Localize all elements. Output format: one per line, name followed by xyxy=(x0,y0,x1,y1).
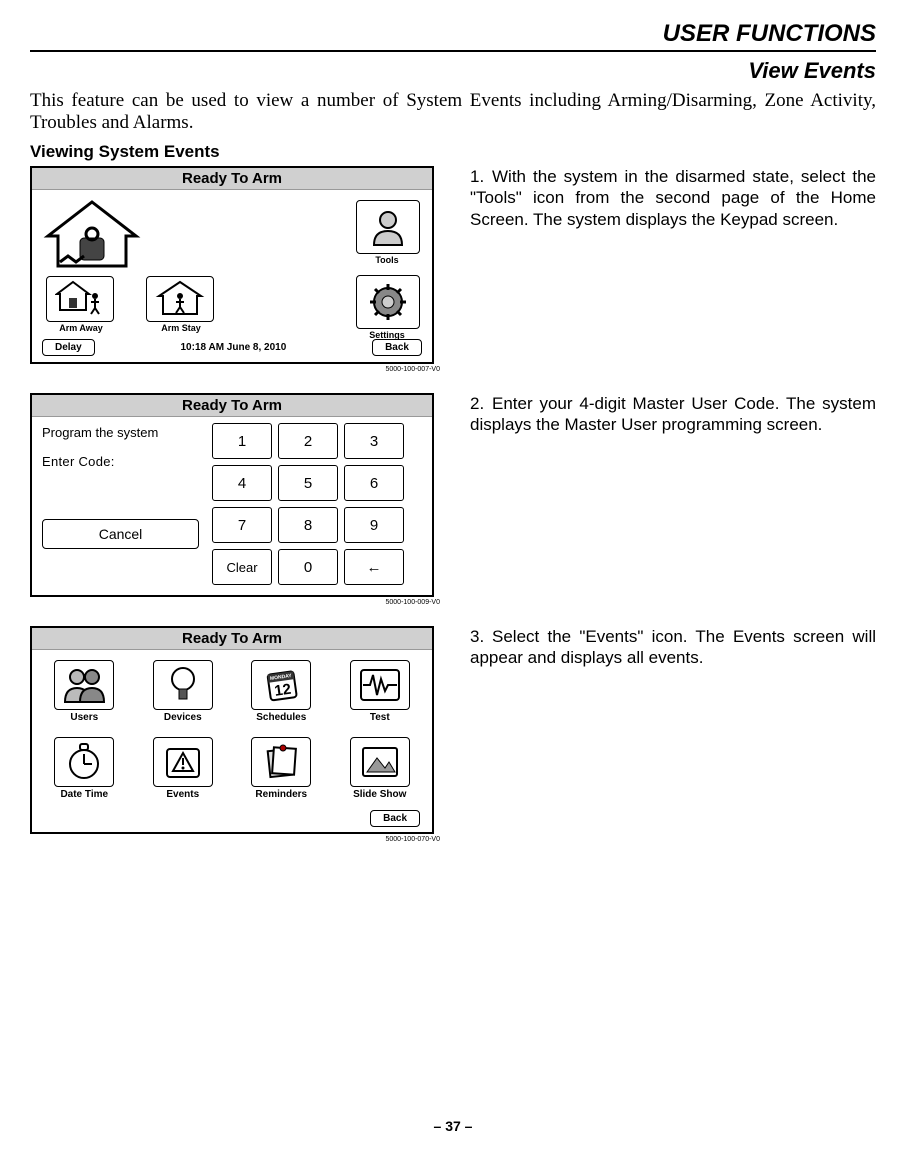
key-backspace[interactable]: ← xyxy=(344,549,404,585)
key-8[interactable]: 8 xyxy=(278,507,338,543)
warning-icon xyxy=(163,743,203,781)
enter-code-label: Enter Code: xyxy=(42,454,212,469)
key-0[interactable]: 0 xyxy=(278,549,338,585)
devices-label: Devices xyxy=(143,712,224,723)
key-2[interactable]: 2 xyxy=(278,423,338,459)
panel-title: Ready To Arm xyxy=(32,628,432,650)
delay-button[interactable]: Delay xyxy=(42,339,95,356)
datetime-label: Date Time xyxy=(44,789,125,800)
waveform-icon xyxy=(358,667,402,703)
devices-button[interactable] xyxy=(153,660,213,710)
test-label: Test xyxy=(340,712,421,723)
cancel-button[interactable]: Cancel xyxy=(42,519,199,549)
program-label: Program the system xyxy=(42,425,212,440)
house-away-icon xyxy=(55,280,105,318)
key-1[interactable]: 1 xyxy=(212,423,272,459)
schedules-label: Schedules xyxy=(241,712,322,723)
events-label: Events xyxy=(143,789,224,800)
keypad: 1 2 3 4 5 6 7 8 9 Clear 0 ← xyxy=(212,423,404,585)
home-panel: Ready To Arm xyxy=(30,166,434,364)
section-heading: Viewing System Events xyxy=(30,142,876,162)
reminders-label: Reminders xyxy=(241,789,322,800)
tools-panel: Ready To Arm Users xyxy=(30,626,434,834)
back-button[interactable]: Back xyxy=(370,810,420,827)
test-button[interactable] xyxy=(350,660,410,710)
panel-title: Ready To Arm xyxy=(32,168,432,190)
calendar-icon: MONDAY 12 xyxy=(261,665,301,705)
figure-id: 5000-100-070-V0 xyxy=(30,836,440,843)
page-subtitle: View Events xyxy=(30,58,876,84)
key-7[interactable]: 7 xyxy=(212,507,272,543)
arm-away-label: Arm Away xyxy=(46,323,116,333)
panel-title: Ready To Arm xyxy=(32,395,432,417)
figure-id: 5000-100-009-V0 xyxy=(30,599,440,606)
note-icon xyxy=(261,742,301,782)
users-icon xyxy=(62,666,106,704)
key-3[interactable]: 3 xyxy=(344,423,404,459)
house-stay-icon xyxy=(155,280,205,318)
page-number: – 37 – xyxy=(0,1118,906,1134)
page-header: USER FUNCTIONS xyxy=(30,20,876,52)
step-2-text: 2.Enter your 4-digit Master User Code. T… xyxy=(470,393,876,436)
schedules-button[interactable]: MONDAY 12 xyxy=(251,660,311,710)
image-icon xyxy=(359,744,401,780)
svg-text:12: 12 xyxy=(274,681,293,700)
arm-away-button[interactable] xyxy=(46,276,114,322)
settings-label: Settings xyxy=(356,330,418,340)
keypad-panel: Ready To Arm Program the system Enter Co… xyxy=(30,393,434,597)
tools-label: Tools xyxy=(356,255,418,265)
users-button[interactable] xyxy=(54,660,114,710)
figure-id: 5000-100-007-V0 xyxy=(30,366,440,373)
key-4[interactable]: 4 xyxy=(212,465,272,501)
back-button[interactable]: Back xyxy=(372,339,422,356)
house-status-icon xyxy=(42,198,142,270)
arm-stay-button[interactable] xyxy=(146,276,214,322)
step-1-text: 1.With the system in the disarmed state,… xyxy=(470,166,876,230)
intro-text: This feature can be used to view a numbe… xyxy=(30,90,876,134)
bulb-icon xyxy=(168,665,198,705)
datetime-label: 10:18 AM June 8, 2010 xyxy=(180,342,286,353)
key-5[interactable]: 5 xyxy=(278,465,338,501)
gear-icon xyxy=(367,281,409,323)
slideshow-label: Slide Show xyxy=(340,789,421,800)
tools-button[interactable] xyxy=(356,200,420,254)
key-6[interactable]: 6 xyxy=(344,465,404,501)
user-icon xyxy=(368,207,408,247)
slideshow-button[interactable] xyxy=(350,737,410,787)
datetime-button[interactable] xyxy=(54,737,114,787)
users-label: Users xyxy=(44,712,125,723)
events-button[interactable] xyxy=(153,737,213,787)
key-clear[interactable]: Clear xyxy=(212,549,272,585)
key-9[interactable]: 9 xyxy=(344,507,404,543)
clock-icon xyxy=(64,742,104,782)
reminders-button[interactable] xyxy=(251,737,311,787)
arm-stay-label: Arm Stay xyxy=(146,323,216,333)
settings-button[interactable] xyxy=(356,275,420,329)
step-3-text: 3.Select the "Events" icon. The Events s… xyxy=(470,626,876,669)
